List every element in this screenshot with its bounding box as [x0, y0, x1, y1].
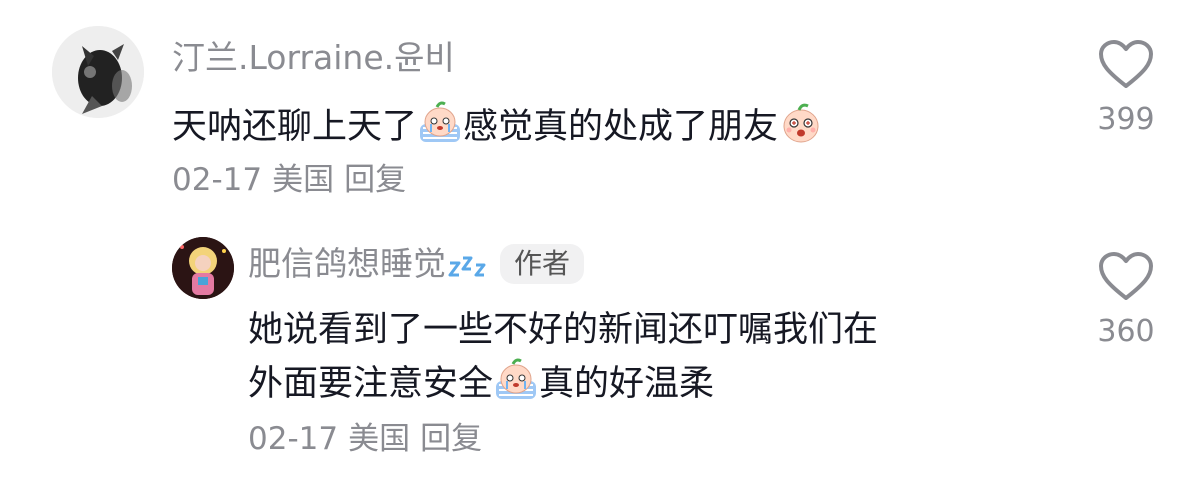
comment-text: 天呐还聊上天了 感觉真的处成了朋友 — [172, 100, 824, 154]
crying-emoji — [493, 357, 539, 403]
comment-meta: 02-17 美国 回复 — [248, 419, 492, 459]
avatar[interactable] — [172, 237, 234, 299]
avatar-image — [172, 237, 234, 299]
surprised-emoji — [778, 100, 824, 146]
reply-button[interactable]: 回复 — [344, 162, 406, 198]
avatar-image — [52, 26, 144, 118]
comment-text-part: 真的好温柔 — [539, 364, 715, 404]
comment-username: 肥信鸽想睡觉 作者 — [248, 244, 585, 290]
author-badge: 作者 — [500, 244, 585, 284]
heart-icon[interactable] — [1098, 252, 1154, 302]
comment-date: 02-17 — [248, 421, 339, 457]
heart-icon[interactable] — [1098, 40, 1154, 90]
comment-text-part: 外面要注意安全 — [248, 364, 494, 404]
avatar[interactable] — [52, 26, 144, 118]
comment-username[interactable]: 汀兰.Lorraine.윤비 — [172, 38, 455, 78]
comment-location: 美国 — [348, 421, 411, 457]
reply-button[interactable]: 回复 — [420, 421, 482, 457]
comment-text-line: 外面要注意安全 真的好温柔 — [248, 357, 878, 411]
comment-text-line: 她说看到了一些不好的新闻还叮嘱我们在 — [248, 310, 879, 350]
comment-location: 美国 — [272, 162, 335, 198]
crying-emoji — [417, 100, 463, 146]
comment-meta: 02-17 美国 回复 — [172, 160, 416, 200]
comment-date: 02-17 — [172, 162, 263, 198]
comment-text-part: 感觉真的处成了朋友 — [463, 107, 779, 147]
comment-text-part: 天呐还聊上天了 — [172, 107, 418, 147]
comment-text: 她说看到了一些不好的新闻还叮嘱我们在 外面要注意安全 真的好温柔 — [248, 303, 878, 411]
like-area: 360 — [1086, 252, 1166, 352]
like-count: 399 — [1097, 102, 1155, 137]
like-count: 360 — [1097, 314, 1155, 349]
like-area: 399 — [1086, 40, 1166, 140]
zzz-icon — [448, 250, 488, 290]
comment-username-text[interactable]: 肥信鸽想睡觉 — [248, 244, 446, 283]
